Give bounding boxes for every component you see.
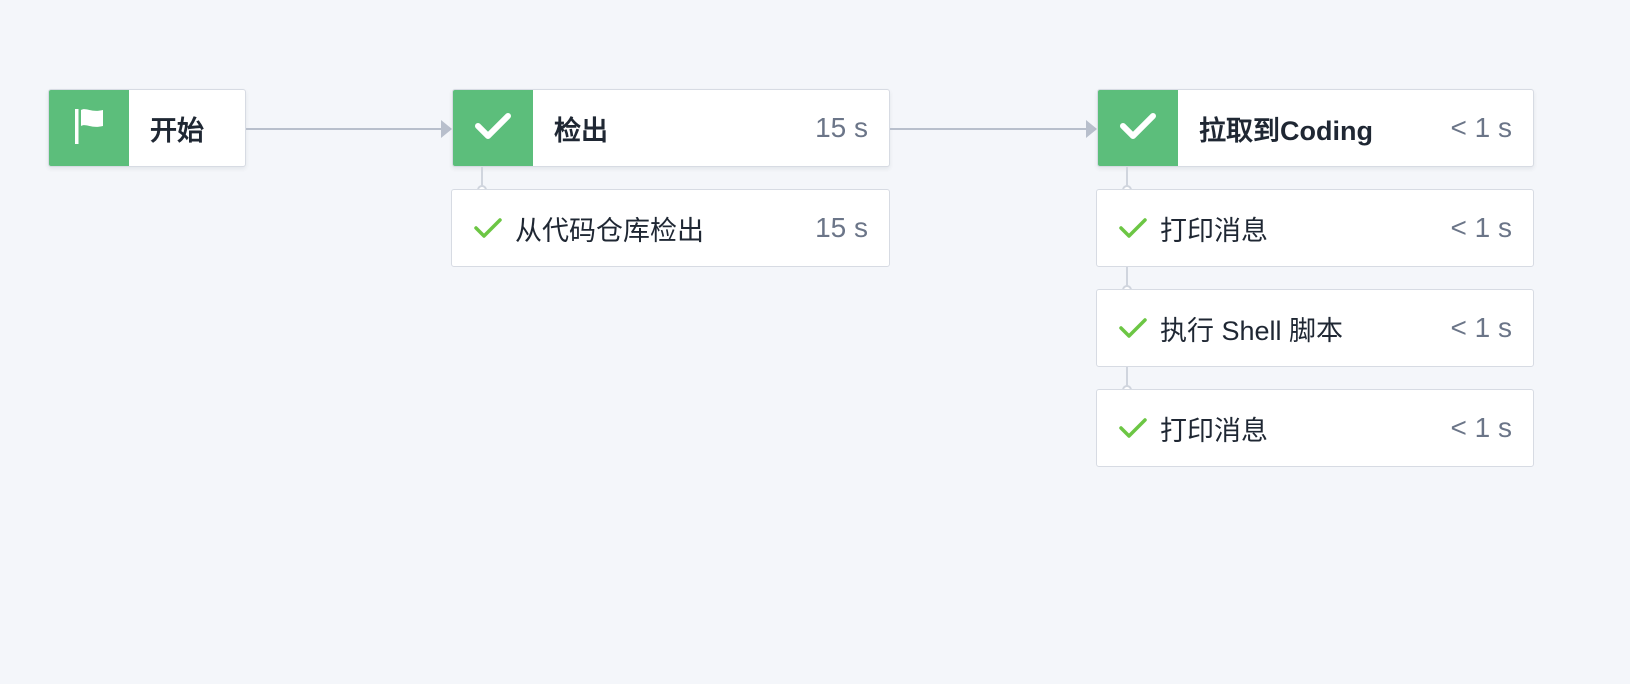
stage-checkout[interactable]: 检出 15 s — [452, 89, 890, 167]
step-label: 从代码仓库检出 — [515, 215, 704, 246]
stage-status-badge — [1098, 90, 1178, 166]
step-print-message[interactable]: 打印消息 < 1 s — [1096, 389, 1534, 467]
check-icon — [1118, 213, 1148, 243]
start-badge — [49, 90, 129, 166]
stage-status-badge — [453, 90, 533, 166]
stage-duration: 15 s — [815, 112, 868, 143]
connector-arrowhead — [441, 120, 452, 138]
stage-title: 检出 — [554, 115, 608, 146]
step-checkout-from-repo[interactable]: 从代码仓库检出 15 s — [451, 189, 890, 267]
start-node[interactable]: 开始 — [48, 89, 246, 167]
check-icon — [1118, 313, 1148, 343]
connector-arrowhead — [1086, 120, 1097, 138]
step-label: 打印消息 — [1160, 415, 1268, 446]
step-print-message[interactable]: 打印消息 < 1 s — [1096, 189, 1534, 267]
pipeline-canvas: { "colors": { "success": "#5cbe7b", "ste… — [0, 0, 1630, 684]
check-icon — [1118, 110, 1158, 147]
step-duration: < 1 s — [1450, 312, 1512, 343]
flag-icon — [71, 106, 107, 151]
step-duration: < 1 s — [1450, 212, 1512, 243]
step-duration: 15 s — [815, 212, 868, 243]
start-label: 开始 — [150, 115, 204, 146]
stage-duration: < 1 s — [1450, 112, 1512, 143]
step-label: 打印消息 — [1160, 215, 1268, 246]
connector-checkout-to-pull — [890, 128, 1088, 130]
check-icon — [1118, 413, 1148, 443]
step-run-shell-script[interactable]: 执行 Shell 脚本 < 1 s — [1096, 289, 1534, 367]
stage-pull-to-coding[interactable]: 拉取到Coding < 1 s — [1097, 89, 1534, 167]
stage-title: 拉取到Coding — [1199, 115, 1373, 146]
connector-start-to-checkout — [246, 128, 443, 130]
step-duration: < 1 s — [1450, 412, 1512, 443]
step-label: 执行 Shell 脚本 — [1160, 315, 1344, 346]
check-icon — [473, 110, 513, 147]
check-icon — [473, 213, 503, 243]
